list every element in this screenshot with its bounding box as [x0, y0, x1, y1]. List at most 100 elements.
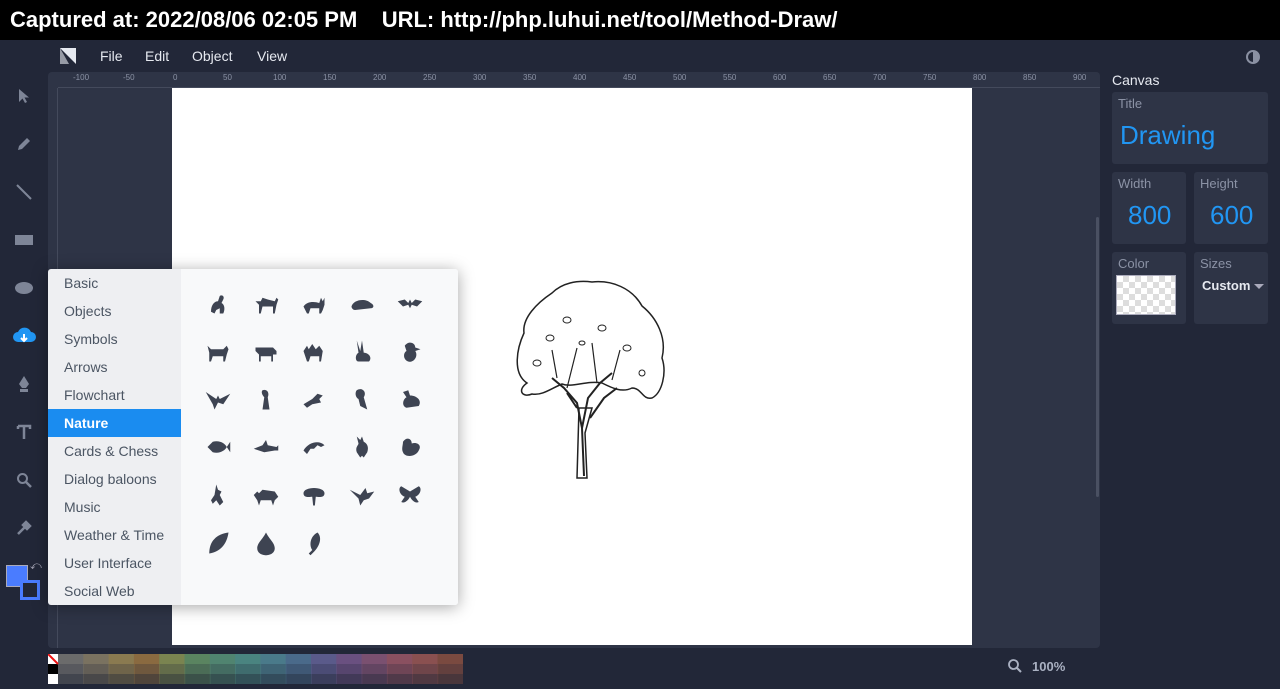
ox-icon[interactable] [202, 335, 234, 367]
rectangle-tool-icon[interactable] [12, 228, 36, 252]
palette-swatch[interactable] [209, 674, 236, 684]
library-category-item[interactable]: Nature [48, 409, 181, 437]
library-category-item[interactable]: Music [48, 493, 181, 521]
library-category-item[interactable]: Symbols [48, 325, 181, 353]
palette-swatch[interactable] [133, 674, 160, 684]
palette-swatch[interactable] [412, 674, 439, 684]
palette-swatch[interactable] [311, 664, 337, 674]
width-value[interactable]: 800 [1128, 200, 1171, 231]
bat-icon[interactable] [394, 287, 426, 319]
sizes-value[interactable]: Custom [1202, 278, 1250, 293]
color-palette[interactable] [48, 654, 463, 684]
camel-icon[interactable] [298, 335, 330, 367]
library-category-item[interactable]: Flowchart [48, 381, 181, 409]
palette-swatch[interactable] [285, 664, 312, 674]
chick-icon[interactable] [394, 335, 426, 367]
palette-swatch[interactable] [83, 664, 110, 674]
palette-swatch[interactable] [108, 654, 135, 664]
parrot-icon[interactable] [346, 383, 378, 415]
palette-swatch[interactable] [133, 654, 160, 664]
menu-file[interactable]: File [100, 48, 123, 64]
library-category-item[interactable]: Objects [48, 297, 181, 325]
width-card[interactable]: Width 800 [1112, 172, 1186, 244]
palette-swatch[interactable] [108, 664, 135, 674]
zoom-level[interactable]: 100% [1032, 659, 1065, 674]
stroke-color-swatch[interactable] [20, 580, 40, 600]
palette-swatch[interactable] [437, 654, 464, 664]
vertical-scrollbar[interactable] [1096, 217, 1099, 497]
palette-swatch[interactable] [159, 674, 186, 684]
palette-swatch[interactable] [133, 664, 160, 674]
palette-swatch[interactable] [83, 674, 110, 684]
library-category-item[interactable]: Cards & Chess [48, 437, 181, 465]
app-logo-icon[interactable] [60, 48, 76, 64]
palette-swatch[interactable] [285, 654, 312, 664]
library-category-item[interactable]: Arrows [48, 353, 181, 381]
crow-icon[interactable] [298, 383, 330, 415]
pen-tool-icon[interactable] [12, 372, 36, 396]
butterfly-icon[interactable] [394, 479, 426, 511]
zoom-tool-icon[interactable] [12, 468, 36, 492]
palette-swatch[interactable] [336, 664, 363, 674]
palette-swatch[interactable] [412, 664, 439, 674]
palette-swatch[interactable] [209, 654, 236, 664]
cat-icon[interactable] [298, 287, 330, 319]
palette-swatch[interactable] [159, 654, 186, 664]
palette-swatch[interactable] [48, 664, 58, 674]
library-category-item[interactable]: Dialog baloons [48, 465, 181, 493]
cow-icon[interactable] [250, 335, 282, 367]
menu-view[interactable]: View [257, 48, 287, 64]
library-category-item[interactable]: Basic [48, 269, 181, 297]
palette-swatch[interactable] [209, 664, 236, 674]
duck-icon[interactable] [394, 383, 426, 415]
palette-swatch[interactable] [336, 674, 363, 684]
palette-swatch[interactable] [83, 654, 110, 664]
palette-swatch[interactable] [48, 674, 58, 684]
unicorn-icon[interactable] [202, 479, 234, 511]
drop-icon[interactable] [250, 527, 282, 559]
color-card[interactable]: Color [1112, 252, 1186, 324]
title-value[interactable]: Drawing [1120, 120, 1215, 151]
fish-icon[interactable] [202, 431, 234, 463]
text-tool-icon[interactable] [12, 420, 36, 444]
ellipse-tool-icon[interactable] [12, 276, 36, 300]
height-card[interactable]: Height 600 [1194, 172, 1268, 244]
palette-swatch[interactable] [437, 664, 464, 674]
palette-swatch[interactable] [386, 674, 413, 684]
zoom-icon[interactable] [1008, 659, 1022, 673]
palette-swatch[interactable] [108, 674, 135, 684]
palette-swatch[interactable] [311, 654, 337, 664]
palette-swatch[interactable] [159, 664, 186, 674]
eagle-icon[interactable] [202, 383, 234, 415]
palette-swatch[interactable] [235, 674, 262, 684]
palette-swatch[interactable] [58, 674, 84, 684]
palette-swatch[interactable] [235, 654, 262, 664]
palette-swatch[interactable] [260, 664, 287, 674]
palette-swatch[interactable] [184, 654, 211, 664]
palette-swatch[interactable] [58, 664, 84, 674]
swap-colors-icon[interactable]: ⤺ [30, 560, 42, 573]
sizes-card[interactable]: Sizes Custom [1194, 252, 1268, 324]
leaf-icon[interactable] [202, 527, 234, 559]
palette-swatch[interactable] [58, 654, 84, 664]
palette-swatch[interactable] [361, 654, 388, 664]
palette-swatch[interactable] [285, 674, 312, 684]
hen-icon[interactable] [394, 431, 426, 463]
palette-swatch[interactable] [386, 664, 413, 674]
dolphin-icon[interactable] [298, 431, 330, 463]
palette-swatch[interactable] [260, 674, 287, 684]
palette-swatch[interactable] [184, 674, 211, 684]
palette-swatch[interactable] [235, 664, 262, 674]
library-category-item[interactable]: Social Web [48, 577, 181, 605]
penguin-icon[interactable] [250, 383, 282, 415]
palette-swatch[interactable] [260, 654, 287, 664]
eyedropper-tool-icon[interactable] [12, 516, 36, 540]
palette-swatch[interactable] [412, 654, 439, 664]
line-tool-icon[interactable] [12, 180, 36, 204]
palette-swatch[interactable] [311, 674, 337, 684]
mouse-icon[interactable] [346, 287, 378, 319]
canvas-color-swatch[interactable] [1116, 275, 1176, 315]
palette-swatch[interactable] [437, 674, 464, 684]
library-category-item[interactable]: User Interface [48, 549, 181, 577]
palette-swatch[interactable] [184, 664, 211, 674]
